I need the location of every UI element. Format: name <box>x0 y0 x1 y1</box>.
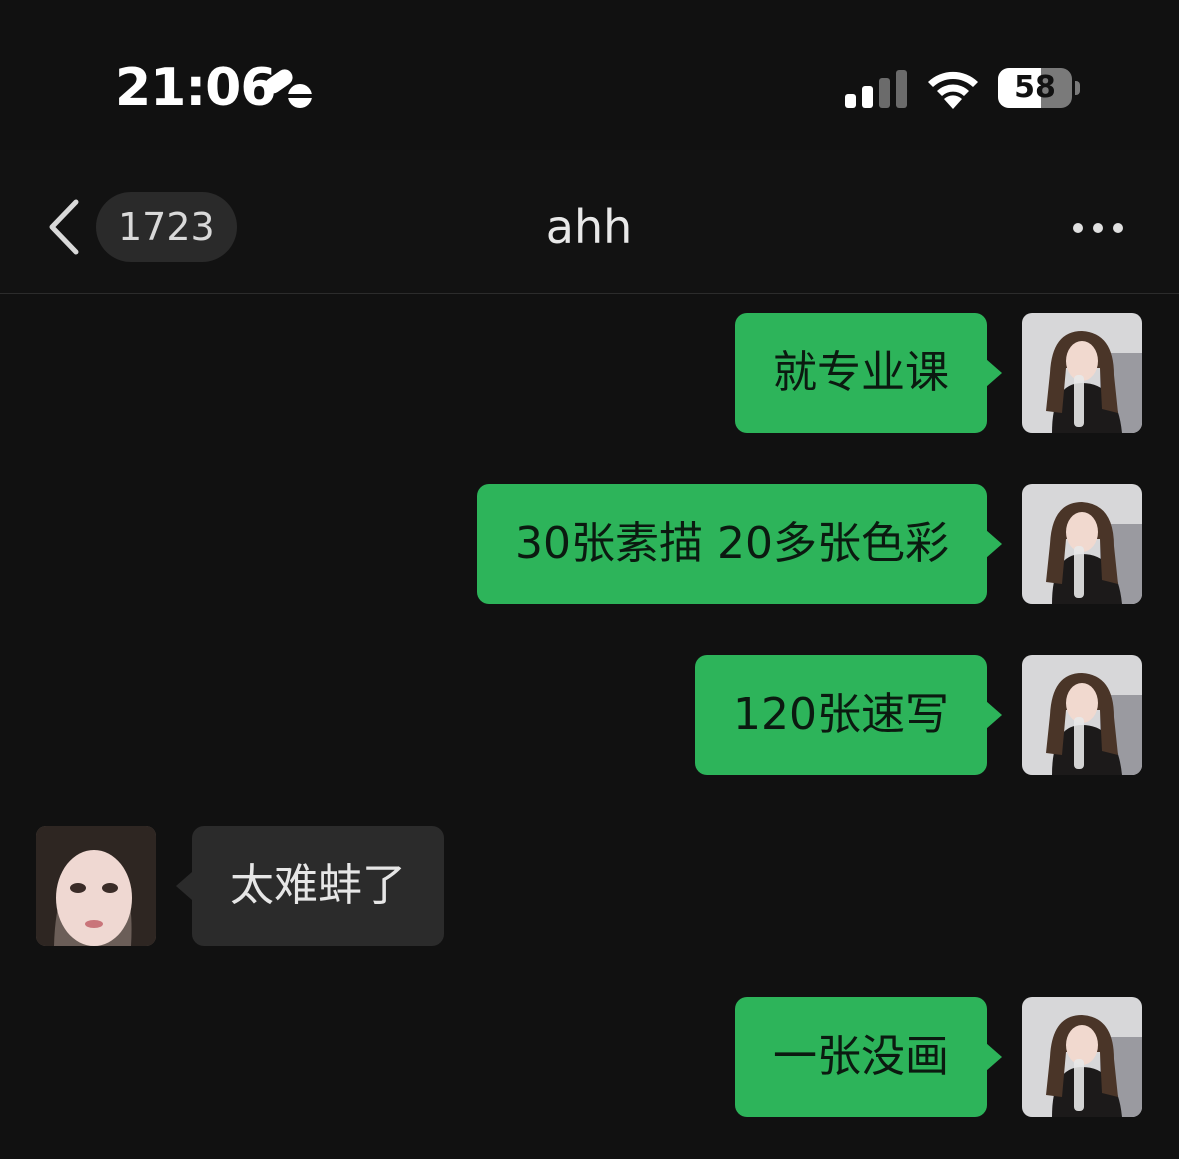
chat-title: ahh <box>545 200 633 254</box>
outgoing-message-bubble[interactable]: 一张没画 <box>735 997 987 1117</box>
bubble-tail <box>986 530 1002 558</box>
battery-cap <box>1075 81 1080 95</box>
battery-icon: 58 <box>998 68 1072 108</box>
outgoing-message-bubble[interactable]: 就专业课 <box>735 313 987 433</box>
message-row: 太难蚌了 <box>0 826 1179 946</box>
ellipsis-icon[interactable] <box>1066 208 1130 248</box>
focus-mode-icon <box>265 69 312 108</box>
battery-level: 58 <box>1014 70 1056 105</box>
my-avatar[interactable] <box>1022 997 1142 1117</box>
bubble-tail <box>986 701 1002 729</box>
message-list[interactable]: 就专业课 30张素描 20多张色彩 120张速写 太难蚌了 一张没画 <box>0 294 1179 1159</box>
bubble-tail <box>986 1043 1002 1071</box>
my-avatar[interactable] <box>1022 313 1142 433</box>
status-time: 21:06 <box>115 58 277 118</box>
battery-indicator: 58 <box>998 68 1084 108</box>
bubble-tail <box>986 359 1002 387</box>
message-row: 30张素描 20多张色彩 <box>0 484 1179 604</box>
my-avatar[interactable] <box>1022 484 1142 604</box>
chat-header: 1723 ahh <box>0 150 1179 294</box>
chevron-left-icon[interactable] <box>40 192 88 262</box>
wifi-icon <box>928 71 978 109</box>
status-bar: 21:06 58 <box>0 0 1179 150</box>
outgoing-message-bubble[interactable]: 30张素描 20多张色彩 <box>477 484 987 604</box>
message-row: 120张速写 <box>0 655 1179 775</box>
bubble-tail <box>176 872 192 900</box>
incoming-message-bubble[interactable]: 太难蚌了 <box>192 826 444 946</box>
message-row: 一张没画 <box>0 997 1179 1117</box>
unread-count-badge[interactable]: 1723 <box>96 192 237 262</box>
contact-avatar[interactable] <box>36 826 156 946</box>
message-row: 就专业课 <box>0 313 1179 433</box>
outgoing-message-bubble[interactable]: 120张速写 <box>695 655 987 775</box>
my-avatar[interactable] <box>1022 655 1142 775</box>
cellular-signal-icon <box>845 70 907 108</box>
